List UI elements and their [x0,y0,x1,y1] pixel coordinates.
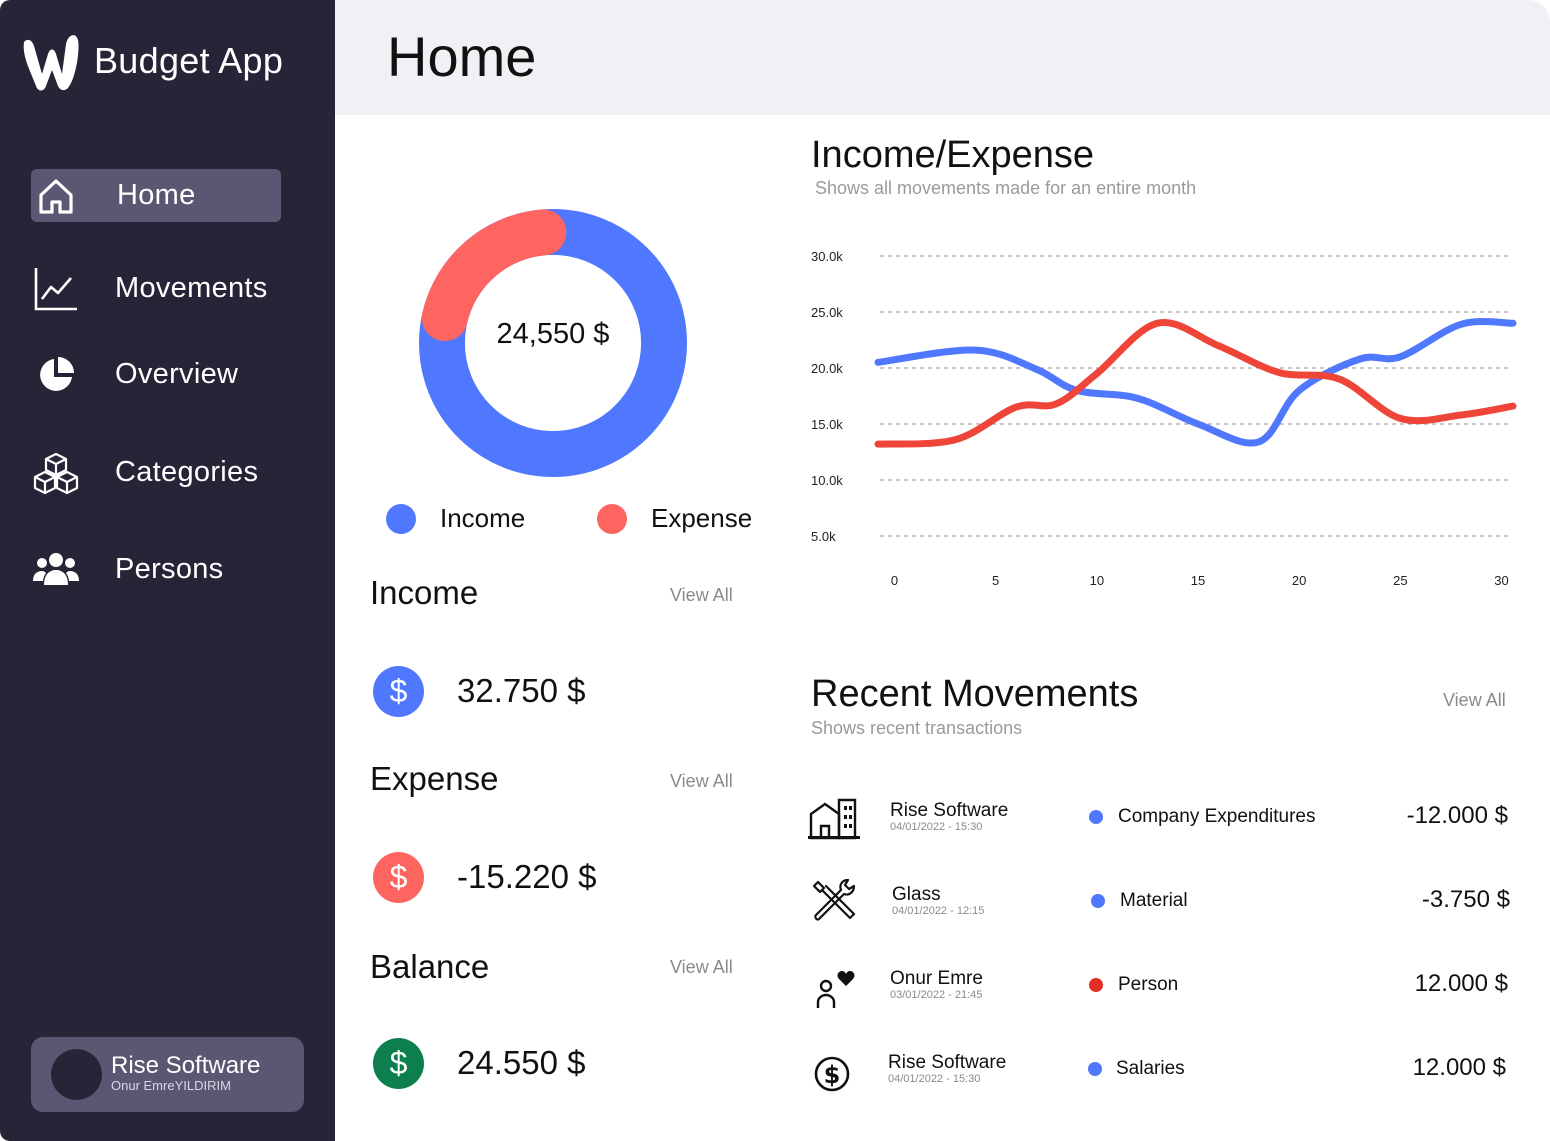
legend-income: Income [386,503,525,534]
nav-item-persons[interactable]: Persons [31,543,281,596]
y-tick-label: 5.0k [811,529,836,544]
header: Home [335,0,1550,115]
home-icon [31,171,81,221]
movement-name: Rise Software [890,800,1009,821]
y-tick-label: 15.0k [811,417,843,432]
chart-subtitle: Shows all movements made for an entire m… [815,178,1197,198]
y-tick-label: 20.0k [811,361,843,376]
category-dot [1089,978,1103,992]
nav-item-categories[interactable]: Categories [31,446,281,499]
y-tick-label: 25.0k [811,305,843,320]
nav-item-home[interactable]: Home [31,169,281,222]
movement-name: Rise Software [888,1052,1007,1073]
movement-row[interactable]: Glass 04/01/2022 - 12:15 Material -3.750… [808,870,1518,930]
cubes-icon [31,448,81,498]
balance-title: Balance [370,948,490,985]
expense-title: Expense [370,760,499,797]
movement-amount: 12.000 $ [1414,970,1508,997]
legend-expense-label: Expense [651,503,753,533]
movement-name: Glass [892,884,941,905]
income-title: Income [370,574,479,611]
recent-movements-title: Recent Movements [811,673,1139,715]
movement-amount: -3.750 $ [1421,886,1510,913]
income-expense-line-chart: 30.0k 25.0k 20.0k 15.0k 10.0k 5.0k 0 5 10 15 20 25 3… [811,249,1517,588]
recent-movements-subtitle: Shows recent transactions [811,718,1023,738]
movement-category: Company Expenditures [1118,806,1316,827]
app-name: Budget App [94,40,284,81]
profile-name: Rise Software [111,1052,261,1079]
nav-item-movements[interactable]: Movements [31,262,281,315]
movement-row[interactable]: Rise Software 04/01/2022 - 15:30 Company… [808,786,1518,846]
dollar-coin-icon: $ [373,1038,424,1089]
movement-category: Material [1120,890,1188,911]
income-value: 32.750 $ [457,672,586,709]
brand[interactable]: Budget App [18,28,283,94]
dollar-coin-icon: $ [373,666,424,717]
x-tick-label: 30 [1494,573,1508,588]
person-heart-icon [816,971,855,1008]
income-view-all-link[interactable]: View All [670,585,733,606]
expense-value: -15.220 $ [457,858,597,895]
balance-view-all-link[interactable]: View All [670,957,733,978]
nav-label-categories: Categories [115,456,259,488]
users-icon [31,545,81,595]
y-tick-label: 10.0k [811,473,843,488]
y-tick-label: 30.0k [811,249,843,264]
movement-date: 03/01/2022 - 21:45 [890,989,983,1001]
nav-label-movements: Movements [115,272,268,304]
x-tick-label: 20 [1292,573,1306,588]
nav-label-persons: Persons [115,553,224,585]
movement-date: 04/01/2022 - 15:30 [888,1073,981,1085]
movement-row[interactable]: $ Rise Software 04/01/2022 - 15:30 Salar… [808,1038,1518,1098]
category-dot [1089,810,1103,824]
x-tick-label: 25 [1393,573,1407,588]
nav-item-overview[interactable]: Overview [31,348,281,401]
svg-text:$: $ [824,1061,841,1089]
chart-line-icon [31,264,81,314]
movement-category: Salaries [1116,1058,1185,1079]
pie-icon [31,350,81,400]
nav-label-overview: Overview [115,358,239,390]
movement-date: 04/01/2022 - 15:30 [890,821,983,833]
tools-icon [812,878,856,921]
movement-date: 04/01/2022 - 12:15 [892,905,985,917]
avatar [51,1049,102,1100]
legend-income-dot [386,503,416,534]
dollar-circle-icon: $ [814,1056,850,1092]
w-logo-icon [23,35,79,91]
movement-name: Onur Emre [890,968,983,989]
profile-card[interactable]: Rise Software Onur EmreYILDIRIM [31,1037,304,1112]
x-tick-label: 10 [1090,573,1104,588]
x-tick-label: 0 [891,573,898,588]
building-icon [808,798,860,840]
legend-expense-dot [597,503,627,534]
donut-center-label: 24,550 $ [496,318,610,350]
movement-amount: 12.000 $ [1412,1054,1506,1081]
page-title: Home [387,25,537,88]
recent-view-all-link[interactable]: View All [1443,690,1506,711]
movement-category: Person [1118,974,1179,995]
x-tick-label: 15 [1191,573,1205,588]
x-tick-label: 5 [992,573,999,588]
chart-title: Income/Expense [811,134,1095,176]
sidebar: Budget App Home Movements Overview Categ… [0,0,335,1141]
category-dot [1088,1062,1102,1076]
nav-label-home: Home [117,179,196,211]
income-series-line [874,318,1517,447]
movement-row[interactable]: Onur Emre 03/01/2022 - 21:45 Person 12.0… [808,954,1518,1014]
category-dot [1091,894,1105,908]
balance-value: 24.550 $ [457,1044,586,1081]
legend-expense: Expense [597,503,752,534]
profile-subtitle: Onur EmreYILDIRIM [111,1078,231,1093]
legend-income-label: Income [440,503,526,533]
dollar-coin-icon: $ [373,852,424,903]
movement-amount: -12.000 $ [1406,802,1508,829]
expense-view-all-link[interactable]: View All [670,771,733,792]
